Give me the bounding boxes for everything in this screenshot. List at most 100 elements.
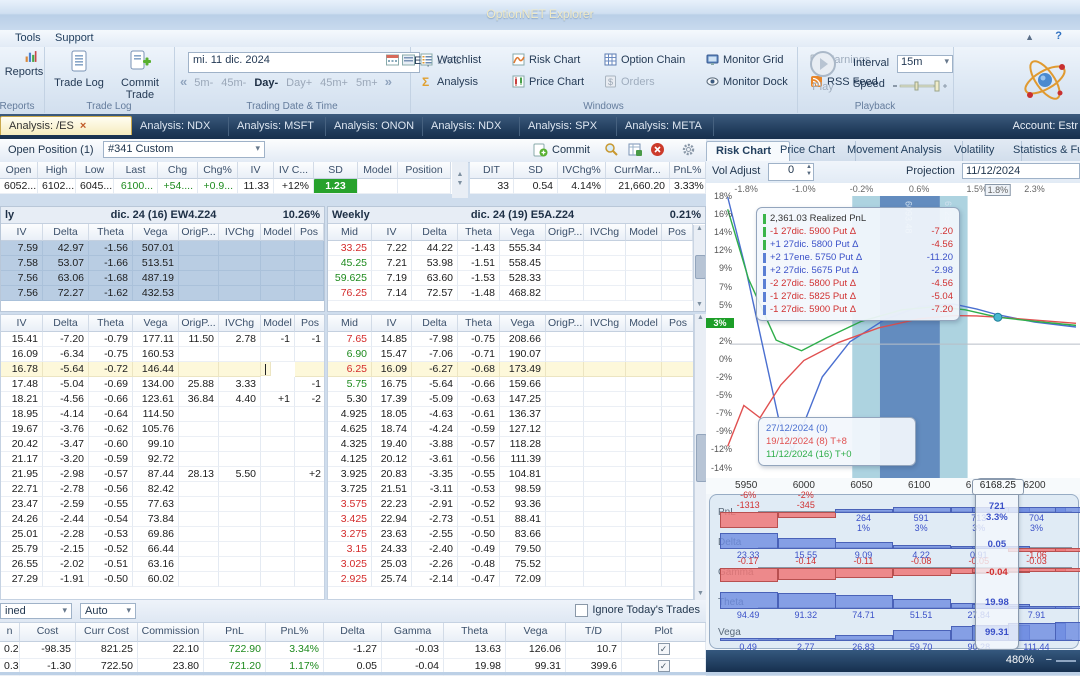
cell[interactable]: -0.62 bbox=[89, 422, 133, 437]
header-cell[interactable]: Chg% bbox=[198, 162, 238, 179]
cell[interactable]: -0.51 bbox=[458, 512, 500, 527]
cell[interactable]: -0.64 bbox=[89, 407, 133, 422]
cell[interactable] bbox=[584, 527, 626, 542]
cell[interactable]: 20.42 bbox=[1, 437, 43, 452]
cell[interactable] bbox=[261, 241, 295, 256]
cell[interactable]: 44.22 bbox=[412, 241, 458, 256]
cell[interactable]: -2.59 bbox=[43, 497, 89, 512]
header-cell[interactable]: Low bbox=[76, 162, 114, 179]
cell[interactable]: -2.26 bbox=[412, 557, 458, 572]
cell[interactable] bbox=[546, 572, 584, 587]
cell[interactable] bbox=[295, 482, 324, 497]
expiry-right-scrollbar[interactable]: ▲ ▼ bbox=[693, 225, 705, 311]
nav-Day-[interactable]: Day- bbox=[254, 77, 278, 89]
cell[interactable]: -1.91 bbox=[43, 572, 89, 587]
cell[interactable]: 6045... bbox=[76, 179, 114, 194]
cell[interactable] bbox=[261, 482, 295, 497]
cell[interactable]: 4.14% bbox=[558, 179, 606, 194]
cell[interactable]: -0.56 bbox=[458, 452, 500, 467]
cell[interactable]: -1.68 bbox=[89, 271, 133, 286]
cell[interactable] bbox=[546, 347, 584, 362]
cell[interactable]: 7.22 bbox=[372, 241, 412, 256]
cell[interactable] bbox=[295, 452, 324, 467]
cell[interactable]: -1 bbox=[261, 332, 295, 347]
cell[interactable] bbox=[261, 422, 295, 437]
cell[interactable]: 3.33% bbox=[670, 179, 706, 194]
nav-5m+[interactable]: 5m+ bbox=[356, 77, 378, 89]
close-icon[interactable] bbox=[650, 142, 665, 157]
cell[interactable]: 7.14 bbox=[372, 286, 412, 301]
cell[interactable]: 1.23 bbox=[314, 179, 358, 194]
cell[interactable] bbox=[219, 407, 261, 422]
header-cell[interactable]: OrigP... bbox=[179, 224, 219, 241]
cell[interactable] bbox=[295, 542, 324, 557]
cell[interactable] bbox=[662, 271, 693, 286]
cell[interactable]: -0.50 bbox=[458, 527, 500, 542]
header-cell[interactable]: Delta bbox=[43, 224, 89, 241]
cell[interactable] bbox=[261, 256, 295, 271]
cell[interactable] bbox=[546, 256, 584, 271]
cell[interactable]: 27.29 bbox=[1, 572, 43, 587]
cell[interactable]: 111.39 bbox=[500, 452, 546, 467]
cell[interactable]: -2 bbox=[295, 392, 324, 407]
cell[interactable]: -2.28 bbox=[43, 527, 89, 542]
cell[interactable] bbox=[219, 542, 261, 557]
cell[interactable] bbox=[626, 422, 662, 437]
cell[interactable]: -0.55 bbox=[458, 467, 500, 482]
cell[interactable]: -0.48 bbox=[458, 557, 500, 572]
header-cell[interactable]: Vega bbox=[500, 315, 546, 332]
cell[interactable] bbox=[219, 271, 261, 286]
cell[interactable]: -7.98 bbox=[412, 332, 458, 347]
cell[interactable] bbox=[261, 271, 295, 286]
cell[interactable] bbox=[662, 256, 693, 271]
cell[interactable] bbox=[584, 467, 626, 482]
cell[interactable]: -4.14 bbox=[43, 407, 89, 422]
cell[interactable]: 146.44 bbox=[133, 362, 179, 377]
commit-icon[interactable] bbox=[533, 142, 548, 157]
cell[interactable]: 18.74 bbox=[372, 422, 412, 437]
header-cell[interactable]: Pos bbox=[295, 315, 324, 332]
header-cell[interactable]: Theta bbox=[89, 315, 133, 332]
cell[interactable]: 5.50 bbox=[219, 467, 261, 482]
cell[interactable]: 105.76 bbox=[133, 422, 179, 437]
cell[interactable]: 11.33 bbox=[238, 179, 274, 194]
plot-checkbox[interactable]: ✓ bbox=[657, 660, 670, 672]
cell[interactable]: 507.01 bbox=[133, 241, 179, 256]
cell[interactable] bbox=[584, 362, 626, 377]
cell[interactable] bbox=[261, 437, 295, 452]
cell[interactable] bbox=[662, 407, 693, 422]
cell[interactable]: 7.56 bbox=[1, 271, 43, 286]
cell[interactable]: -0.52 bbox=[89, 542, 133, 557]
cell[interactable]: +12% bbox=[274, 179, 314, 194]
cell[interactable]: 72.27 bbox=[43, 286, 89, 301]
header-cell[interactable]: SD bbox=[514, 162, 558, 179]
header-cell[interactable]: Mid bbox=[328, 315, 372, 332]
cell[interactable] bbox=[295, 437, 324, 452]
cell[interactable]: 15.41 bbox=[1, 332, 43, 347]
cell[interactable] bbox=[295, 527, 324, 542]
cell[interactable] bbox=[584, 392, 626, 407]
cell[interactable] bbox=[219, 256, 261, 271]
vol-adjust-input[interactable]: 0 ▲ ▼ bbox=[768, 163, 814, 181]
cell[interactable]: -2.55 bbox=[412, 527, 458, 542]
cell[interactable]: +54.... bbox=[158, 179, 198, 194]
cell[interactable]: -0.47 bbox=[458, 572, 500, 587]
cell[interactable]: 22.71 bbox=[1, 482, 43, 497]
trade-log-button[interactable]: Trade Log bbox=[50, 50, 108, 89]
cell[interactable]: 21.95 bbox=[1, 467, 43, 482]
cell[interactable]: 5.30 bbox=[328, 392, 372, 407]
header-cell[interactable]: PnL% bbox=[266, 623, 324, 642]
cell[interactable] bbox=[261, 512, 295, 527]
header-cell[interactable]: Theta bbox=[89, 224, 133, 241]
cell[interactable]: -2.02 bbox=[43, 557, 89, 572]
header-cell[interactable]: IV bbox=[372, 315, 412, 332]
cell[interactable] bbox=[626, 407, 662, 422]
cell[interactable] bbox=[584, 407, 626, 422]
search-icon[interactable] bbox=[604, 142, 619, 157]
cell[interactable]: 3.15 bbox=[328, 542, 372, 557]
cell[interactable]: 73.84 bbox=[133, 512, 179, 527]
cell[interactable] bbox=[219, 362, 261, 377]
cell[interactable]: 127.12 bbox=[500, 422, 546, 437]
header-cell[interactable]: Model bbox=[261, 315, 295, 332]
header-cell[interactable]: Position bbox=[398, 162, 451, 179]
